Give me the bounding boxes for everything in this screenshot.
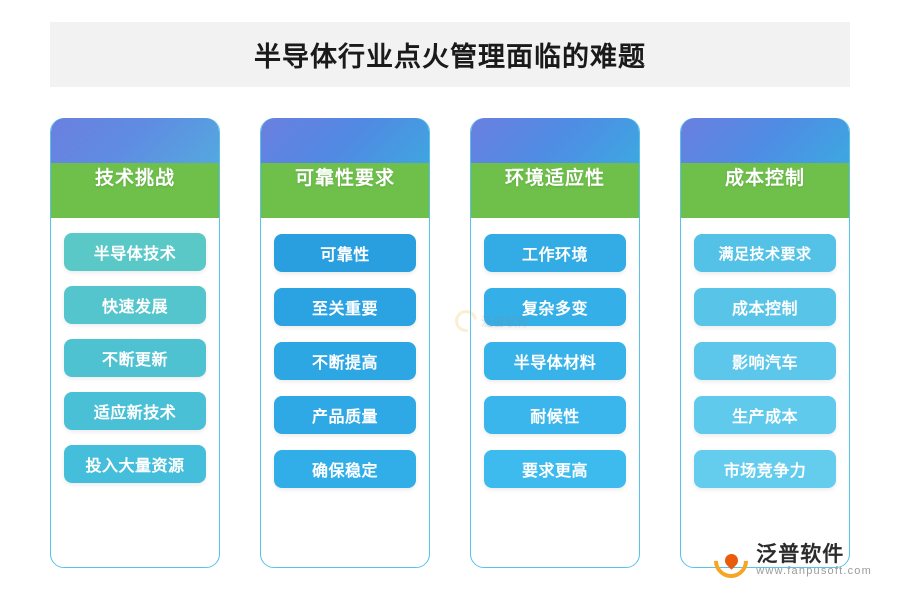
list-item[interactable]: 工作环境 [484, 234, 626, 272]
list-item[interactable]: 投入大量资源 [64, 445, 206, 483]
columns-container: 技术挑战 半导体技术 快速发展 不断更新 适应新技术 投入大量资源 可靠性要求 … [50, 118, 850, 568]
column-header-4: 成本控制 [681, 118, 849, 218]
list-item[interactable]: 适应新技术 [64, 392, 206, 430]
column-cost-control: 成本控制 满足技术要求 成本控制 影响汽车 生产成本 市场竞争力 [680, 118, 850, 568]
brand-url: www.fanpusoft.com [756, 565, 872, 578]
page-title: 半导体行业点火管理面临的难题 [254, 42, 646, 72]
column-header-1: 技术挑战 [51, 118, 219, 218]
list-item[interactable]: 确保稳定 [274, 450, 416, 488]
brand-name: 泛普软件 [756, 543, 845, 567]
title-bar: 半导体行业点火管理面临的难题 [50, 22, 850, 87]
list-item[interactable]: 满足技术要求 [694, 234, 836, 272]
column-reliability-requirement: 可靠性要求 可靠性 至关重要 不断提高 产品质量 确保稳定 [260, 118, 430, 568]
column-title-4: 成本控制 [724, 168, 805, 189]
column-header-2: 可靠性要求 [261, 118, 429, 218]
list-item[interactable]: 要求更高 [484, 450, 626, 488]
column-title-2: 可靠性要求 [294, 168, 395, 189]
column-title-3: 环境适应性 [504, 168, 605, 189]
fanpu-logo-icon [707, 536, 756, 586]
list-item[interactable]: 影响汽车 [694, 342, 836, 380]
list-item[interactable]: 快速发展 [64, 286, 206, 324]
list-item[interactable]: 复杂多变 [484, 288, 626, 326]
column-title-1: 技术挑战 [94, 168, 175, 189]
column-header-3: 环境适应性 [471, 118, 639, 218]
column-technical-challenge: 技术挑战 半导体技术 快速发展 不断更新 适应新技术 投入大量资源 [50, 118, 220, 568]
column-environmental-adaptability: 环境适应性 工作环境 复杂多变 半导体材料 耐候性 要求更高 [470, 118, 640, 568]
list-item[interactable]: 市场竞争力 [694, 450, 836, 488]
list-item[interactable]: 半导体技术 [64, 233, 206, 271]
list-item[interactable]: 可靠性 [274, 234, 416, 272]
list-item[interactable]: 产品质量 [274, 396, 416, 434]
list-item[interactable]: 不断提高 [274, 342, 416, 380]
list-item[interactable]: 半导体材料 [484, 342, 626, 380]
list-item[interactable]: 耐候性 [484, 396, 626, 434]
list-item[interactable]: 至关重要 [274, 288, 416, 326]
brand-logo: 泛普软件 www.fanpusoft.com [707, 536, 872, 586]
list-item[interactable]: 成本控制 [694, 288, 836, 326]
list-item[interactable]: 不断更新 [64, 339, 206, 377]
list-item[interactable]: 生产成本 [694, 396, 836, 434]
